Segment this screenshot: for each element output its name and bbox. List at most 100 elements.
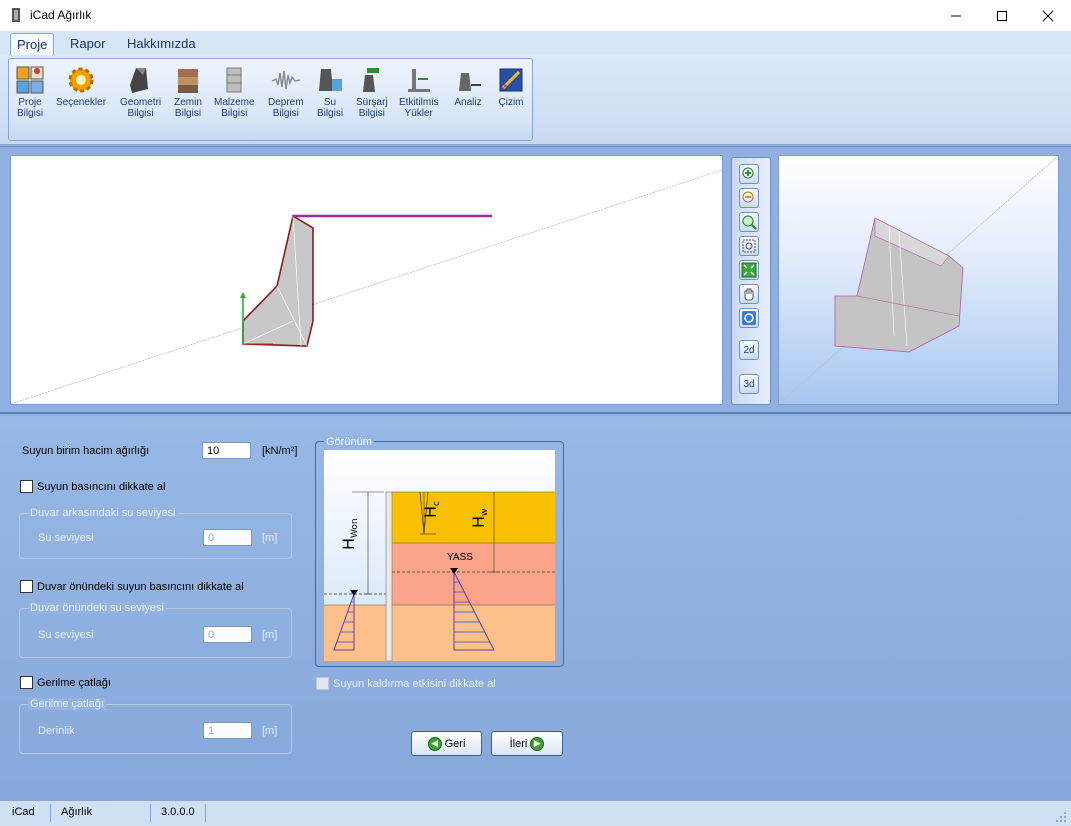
fit-all-button[interactable]: [739, 260, 759, 280]
tab-proje[interactable]: Proje: [10, 33, 55, 55]
analysis-label: Analiz: [454, 97, 482, 108]
material-icon: [226, 67, 242, 93]
ribbon: Proje Bilgisi Seçenekler Geometri Bilgis…: [0, 55, 1071, 145]
applied-loads-label: Etkitilmis Yükler: [399, 97, 439, 119]
ribbon-group-proje: Proje Bilgisi Seçenekler Geometri Bilgis…: [8, 58, 533, 141]
next-button-label: İleri: [509, 737, 528, 750]
zoom-window-icon: [742, 215, 757, 230]
geometry-button[interactable]: Geometri Bilgisi: [120, 65, 161, 119]
resize-grip-icon[interactable]: [1055, 811, 1067, 823]
window-title: iCad Ağırlık: [30, 8, 92, 22]
behind-level-label: Su seviyesi: [38, 532, 94, 544]
earthquake-label: Deprem Bilgisi: [268, 97, 304, 119]
zoom-in-button[interactable]: [739, 164, 759, 184]
rotate-button[interactable]: [739, 308, 759, 328]
unit-weight-label: Suyun birim hacim ağırlığı: [22, 445, 150, 457]
crack-depth-unit: [m]: [262, 725, 278, 737]
hand-pan-icon: [744, 288, 754, 301]
analysis-button[interactable]: Analiz: [453, 65, 483, 108]
water-pressure-diagram: HWon Hc Hw YASS: [324, 450, 555, 661]
soil-icon: [178, 69, 198, 93]
uplift-label: Suyun kaldırma etkisini dikkate al: [333, 678, 496, 690]
behind-level-unit: [m]: [262, 532, 278, 544]
close-button[interactable]: [1025, 0, 1071, 31]
status-version: 3.0.0.0: [161, 806, 195, 818]
applied-loads-icon: [407, 69, 430, 92]
drawing-label: Çizim: [498, 97, 524, 108]
tab-rapor[interactable]: Rapor: [64, 33, 111, 55]
tension-crack-title: Gerilme çatlağı: [28, 698, 106, 710]
minimize-icon: [951, 15, 961, 16]
view-area: 2d 3d: [0, 146, 1071, 414]
gear-icon: [68, 67, 94, 93]
soil-label: Zemin Bilgisi: [174, 97, 202, 119]
applied-loads-button[interactable]: Etkitilmis Yükler: [399, 65, 438, 119]
view-group: Görünüm HWon Hc Hw YASS: [315, 436, 564, 667]
unit-weight-input[interactable]: [202, 442, 251, 459]
analysis-icon: [459, 73, 481, 91]
seismic-wave-icon: [271, 70, 300, 90]
drawing-button[interactable]: Çizim: [496, 65, 526, 108]
water-settings-panel: Suyun birim hacim ağırlığı [kN/m²] Suyun…: [0, 416, 1071, 800]
yass-label: YASS: [447, 552, 473, 563]
view-toolbar: 2d 3d: [731, 157, 771, 405]
menu-bar: Proje Rapor Hakkımızda: [0, 31, 1071, 55]
crack-depth-input[interactable]: [203, 722, 252, 739]
3d-viewport[interactable]: [778, 155, 1059, 405]
zoom-extents-icon: [742, 239, 756, 253]
tension-crack-checkbox[interactable]: [20, 676, 33, 689]
wall-section-drawing: [10, 169, 723, 405]
options-button[interactable]: Seçenekler: [56, 65, 106, 108]
front-level-unit: [m]: [262, 629, 278, 641]
next-button[interactable]: İleri ▶: [491, 731, 563, 756]
behind-water-level-title: Duvar arkasındaki su seviyesi: [28, 507, 178, 519]
zoom-window-button[interactable]: [739, 212, 759, 232]
front-level-label: Su seviyesi: [38, 629, 94, 641]
surcharge-button[interactable]: Sürşarj Bilgisi: [356, 65, 388, 119]
material-button[interactable]: Malzeme Bilgisi: [214, 65, 255, 119]
uplift-checkbox[interactable]: [316, 677, 329, 690]
arrow-left-icon: ◀: [427, 736, 442, 751]
maximize-button[interactable]: [979, 0, 1025, 31]
tension-crack-label: Gerilme çatlağı: [37, 677, 111, 689]
status-separator: [150, 804, 151, 822]
zoom-out-icon: [742, 191, 754, 203]
options-label: Seçenekler: [56, 97, 107, 108]
minimize-button[interactable]: [933, 0, 979, 31]
water-wall-icon: [319, 69, 342, 91]
front-level-input[interactable]: [203, 626, 252, 643]
project-info-button[interactable]: Proje Bilgisi: [15, 65, 45, 119]
behind-water-level-group: Duvar arkasındaki su seviyesi Su seviyes…: [19, 507, 292, 559]
water-label: Su Bilgisi: [316, 97, 344, 119]
zoom-out-button[interactable]: [739, 188, 759, 208]
zoom-extents-button[interactable]: [739, 236, 759, 256]
status-separator: [50, 804, 51, 822]
earthquake-button[interactable]: Deprem Bilgisi: [268, 65, 304, 119]
view-group-title: Görünüm: [324, 436, 374, 448]
project-info-icon: [16, 66, 44, 94]
arrow-right-icon: ▶: [530, 736, 545, 751]
wall-geometry-icon: [129, 68, 148, 93]
fit-all-icon: [741, 262, 757, 278]
view-3d-button[interactable]: 3d: [739, 374, 759, 394]
project-info-label: Proje Bilgisi: [16, 97, 44, 119]
soil-button[interactable]: Zemin Bilgisi: [173, 65, 203, 119]
front-water-pressure-checkbox[interactable]: [20, 580, 33, 593]
main-2d-viewport[interactable]: [10, 155, 723, 405]
wall-3d-drawing: [778, 155, 1059, 405]
front-water-level-group: Duvar önündeki su seviyesi Su seviyesi […: [19, 602, 292, 658]
back-button-label: Geri: [444, 737, 466, 750]
material-label: Malzeme Bilgisi: [214, 97, 255, 119]
view-2d-button[interactable]: 2d: [739, 340, 759, 360]
pan-button[interactable]: [739, 284, 759, 304]
surcharge-label: Sürşarj Bilgisi: [356, 97, 388, 119]
water-pressure-label: Suyun basıncını dikkate al: [37, 481, 166, 493]
zoom-in-icon: [742, 167, 754, 179]
back-button[interactable]: ◀ Geri: [411, 731, 482, 756]
water-pressure-checkbox[interactable]: [20, 480, 33, 493]
maximize-icon: [997, 10, 1007, 21]
tab-hakkimizda[interactable]: Hakkımızda: [121, 33, 202, 55]
water-button[interactable]: Su Bilgisi: [315, 65, 345, 119]
geometry-label: Geometri Bilgisi: [120, 97, 162, 119]
behind-level-input[interactable]: [203, 529, 252, 546]
